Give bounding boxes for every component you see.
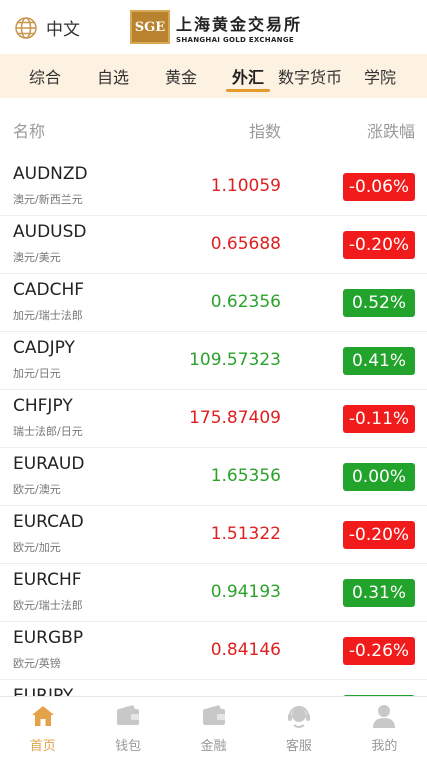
- table-row[interactable]: EURJPY: [0, 680, 427, 696]
- table-row[interactable]: EURGBP 欧元/英镑 0.84146 -0.26%: [0, 622, 427, 680]
- symbol-cn-name: 澳元/新西兰元: [13, 193, 83, 206]
- language-switcher[interactable]: 中文: [14, 15, 80, 40]
- price: 0.94193: [210, 582, 281, 602]
- tab-gold[interactable]: 黄金: [136, 54, 226, 98]
- column-change: 涨跌幅: [366, 122, 415, 141]
- change-badge: -0.26%: [343, 637, 415, 665]
- symbol: EURCAD: [13, 512, 84, 532]
- nav-service-label: 客服: [285, 739, 312, 754]
- table-header: 名称 指数 涨跌幅: [0, 108, 427, 148]
- finance-icon: [202, 705, 225, 725]
- table-row[interactable]: EURAUD 欧元/澳元 1.65356 0.00%: [0, 448, 427, 506]
- table-row[interactable]: CADJPY 加元/日元 109.57323 0.41%: [0, 332, 427, 390]
- language-label: 中文: [46, 20, 80, 40]
- nav-profile-label: 我的: [371, 739, 398, 754]
- wallet-icon: [117, 705, 140, 725]
- symbol: CHFJPY: [13, 396, 73, 416]
- nav-wallet[interactable]: 钱包: [85, 697, 170, 760]
- symbol: CADCHF: [13, 280, 85, 300]
- logo-mark: SGE: [130, 10, 170, 44]
- table-row[interactable]: CADCHF 加元/瑞士法郎 0.62356 0.52%: [0, 274, 427, 332]
- nav-profile[interactable]: 我的: [342, 697, 427, 760]
- symbol: EURGBP: [13, 628, 84, 648]
- table-row[interactable]: EURCHF 欧元/瑞士法郎 0.94193 0.31%: [0, 564, 427, 622]
- nav-finance-label: 金融: [200, 739, 227, 754]
- tab-comprehensive[interactable]: 综合: [0, 54, 90, 98]
- symbol: AUDNZD: [13, 164, 88, 184]
- symbol-cn-name: 欧元/澳元: [13, 483, 61, 496]
- change-badge: 0.31%: [343, 579, 415, 607]
- price: 0.84146: [210, 640, 281, 660]
- tab-forex[interactable]: 外汇: [226, 54, 270, 98]
- change-badge: 0.52%: [343, 289, 415, 317]
- symbol-cn-name: 加元/日元: [13, 367, 61, 380]
- nav-wallet-label: 钱包: [115, 739, 142, 754]
- profile-icon: [373, 705, 396, 728]
- symbol: EURCHF: [13, 570, 82, 590]
- bottom-nav: 首页 钱包 金融 客服 我的: [0, 696, 427, 760]
- table-row[interactable]: EURCAD 欧元/加元 1.51322 -0.20%: [0, 506, 427, 564]
- symbol: AUDUSD: [13, 222, 87, 242]
- change-badge: -0.20%: [343, 231, 415, 259]
- change-badge: -0.06%: [343, 173, 415, 201]
- service-icon: [287, 706, 310, 728]
- price: 109.57323: [189, 350, 281, 370]
- change-badge: -0.20%: [343, 521, 415, 549]
- symbol: EURJPY: [13, 686, 74, 696]
- table-row[interactable]: AUDNZD 澳元/新西兰元 1.10059 -0.06%: [0, 158, 427, 216]
- table-row[interactable]: CHFJPY 瑞士法郎/日元 175.87409 -0.11%: [0, 390, 427, 448]
- logo-english-text: SHANGHAI GOLD EXCHANGE: [176, 35, 294, 44]
- symbol-cn-name: 欧元/英镑: [13, 657, 61, 670]
- price: 1.51322: [210, 524, 281, 544]
- logo-chinese-text: 上海黄金交易所: [176, 14, 303, 34]
- price: 1.65356: [210, 466, 281, 486]
- category-tabs: 综合 自选 黄金 外汇 数字货币 学院: [0, 54, 427, 98]
- symbol: EURAUD: [13, 454, 85, 474]
- logo: SGE 上海黄金交易所 SHANGHAI GOLD EXCHANGE: [130, 10, 302, 44]
- home-icon: [31, 706, 54, 726]
- top-bar: 中文 SGE 上海黄金交易所 SHANGHAI GOLD EXCHANGE: [0, 0, 427, 54]
- symbol-cn-name: 欧元/加元: [13, 541, 61, 554]
- column-index: 指数: [249, 122, 282, 141]
- nav-home-label: 首页: [29, 739, 56, 754]
- price: 0.62356: [210, 292, 281, 312]
- price: 175.87409: [189, 408, 281, 428]
- nav-home[interactable]: 首页: [0, 697, 85, 760]
- symbol-cn-name: 澳元/美元: [13, 251, 61, 264]
- table-row[interactable]: AUDUSD 澳元/美元 0.65688 -0.20%: [0, 216, 427, 274]
- symbol-cn-name: 瑞士法郎/日元: [13, 425, 83, 438]
- symbol-cn-name: 加元/瑞士法郎: [13, 309, 83, 322]
- quote-list: AUDNZD 澳元/新西兰元 1.10059 -0.06% AUDUSD 澳元/…: [0, 158, 427, 696]
- globe-icon: [15, 16, 37, 39]
- change-badge: 0.41%: [343, 347, 415, 375]
- symbol-cn-name: 欧元/瑞士法郎: [13, 599, 83, 612]
- change-badge: -0.11%: [343, 405, 415, 433]
- tab-crypto[interactable]: 数字货币: [270, 54, 350, 98]
- change-badge: 0.00%: [343, 463, 415, 491]
- price: 0.65688: [210, 234, 281, 254]
- tab-watchlist[interactable]: 自选: [90, 54, 136, 98]
- column-name: 名称: [13, 122, 46, 141]
- price: 1.10059: [210, 176, 281, 196]
- tab-academy[interactable]: 学院: [350, 54, 410, 98]
- nav-service[interactable]: 客服: [256, 697, 341, 760]
- nav-finance[interactable]: 金融: [171, 697, 256, 760]
- symbol: CADJPY: [13, 338, 75, 358]
